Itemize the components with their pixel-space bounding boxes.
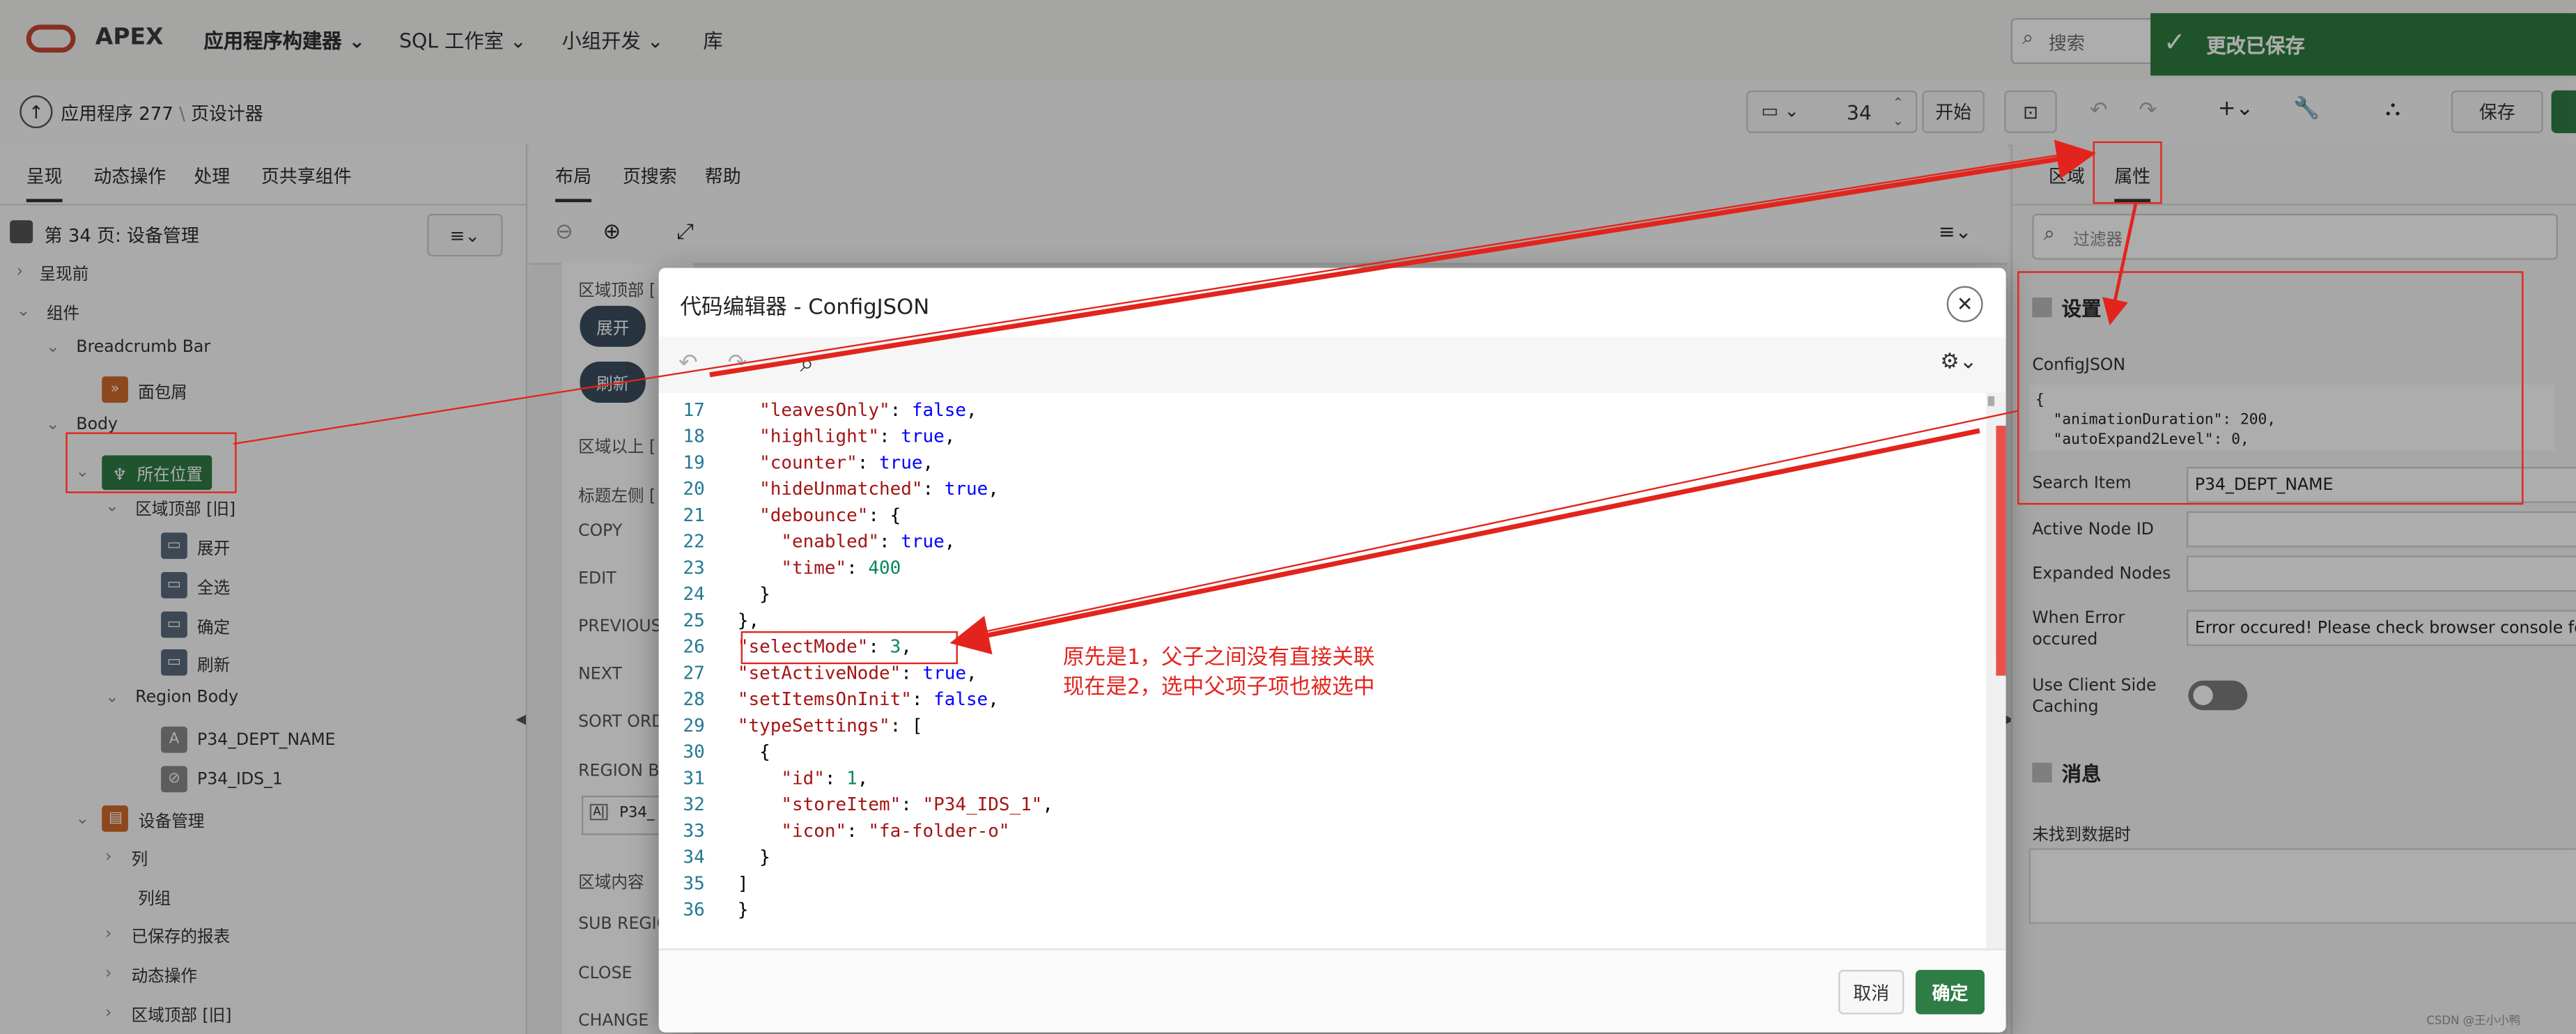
arrow-settings-to-code-thin: [956, 410, 2018, 639]
arrow-tree-to-attributes-bold: [709, 139, 2097, 378]
arrow-attributes-to-settings: [2102, 203, 2138, 325]
arrow-settings-to-code-bold: [949, 428, 1980, 655]
watermark: CSDN @王小小鸭: [2426, 1014, 2521, 1028]
arrow-tree-to-attributes: [233, 150, 2084, 445]
annotation-arrows: [233, 139, 2138, 655]
